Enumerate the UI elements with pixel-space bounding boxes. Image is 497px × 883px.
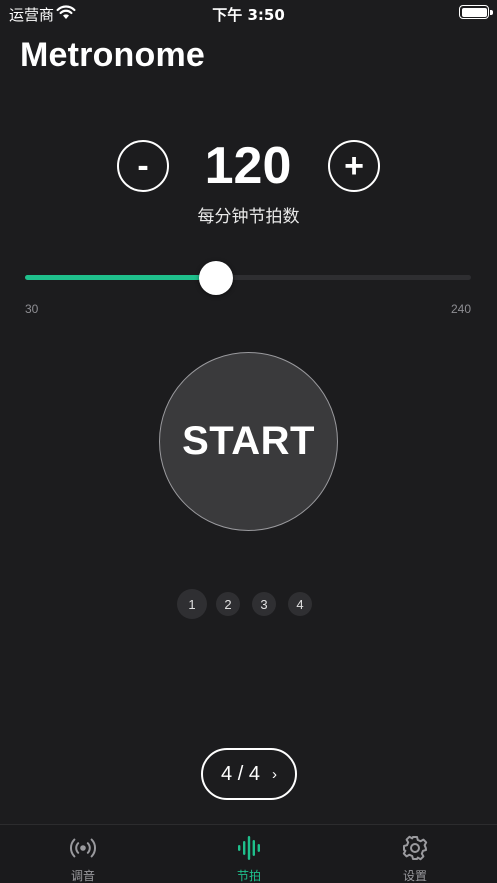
time-signature-value: 4 / 4 — [221, 762, 260, 785]
tab-bar: 调音 节拍 设置 — [0, 824, 497, 883]
tempo-slider-fill — [25, 275, 217, 280]
start-button[interactable]: START — [159, 352, 338, 531]
tempo-slider-thumb[interactable] — [199, 261, 234, 295]
battery-icon — [459, 5, 489, 19]
beat-dot-2: 2 — [216, 592, 240, 616]
decrease-bpm-button[interactable]: - — [117, 140, 169, 192]
tab-metronome-label: 节拍 — [236, 869, 261, 883]
bpm-unit-label: 每分钟节拍数 — [197, 207, 300, 227]
bpm-value: 120 — [204, 137, 292, 195]
tab-settings-label: 设置 — [402, 869, 427, 883]
time-signature-button[interactable]: 4 / 4 › — [201, 748, 297, 800]
tempo-slider-track[interactable] — [25, 275, 471, 280]
gear-icon — [402, 835, 428, 861]
battery-cap — [490, 10, 493, 15]
slider-max-label: 240 — [450, 302, 471, 316]
tab-tuner-label: 调音 — [70, 869, 95, 883]
beat-dot-4: 4 — [288, 592, 312, 616]
waveform-icon — [238, 836, 260, 860]
radio-waves-icon — [70, 838, 96, 858]
status-bar: 运营商 下午 3:50 — [0, 0, 497, 26]
page-title: Metronome — [20, 36, 206, 74]
status-time: 下午 3:50 — [212, 6, 285, 24]
beat-dot-3: 3 — [252, 592, 276, 616]
tab-tuner[interactable]: 调音 — [0, 825, 166, 883]
slider-min-label: 30 — [25, 302, 39, 316]
beat-indicators: 1 2 3 4 — [0, 589, 497, 619]
chevron-right-icon: › — [271, 765, 277, 783]
increase-bpm-button[interactable]: + — [328, 140, 380, 192]
beat-dot-1: 1 — [177, 589, 207, 619]
tab-metronome[interactable]: 节拍 — [166, 825, 332, 883]
tab-settings[interactable]: 设置 — [332, 825, 497, 883]
metronome-screen: 运营商 下午 3:50 Metronome - 120 + 每分钟节拍数 30 … — [0, 0, 497, 883]
